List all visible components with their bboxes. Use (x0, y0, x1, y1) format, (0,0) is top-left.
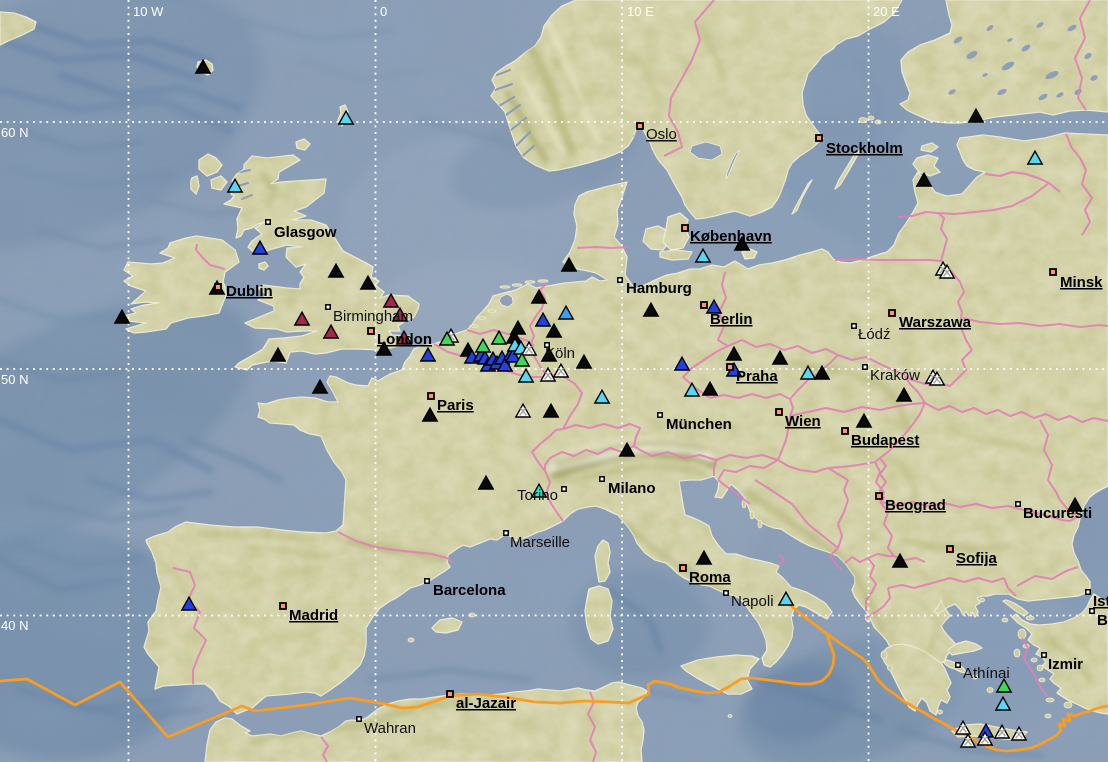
svg-text:Kraków: Kraków (870, 367, 920, 384)
svg-text:Istanbul: Istanbul (1093, 593, 1108, 610)
svg-text:Warszawa: Warszawa (899, 314, 972, 331)
svg-text:Łódź: Łódź (858, 326, 891, 343)
svg-text:Dublin: Dublin (226, 283, 273, 300)
svg-text:Wahran: Wahran (364, 720, 416, 737)
svg-text:Izmir: Izmir (1048, 656, 1083, 673)
svg-text:London: London (377, 331, 432, 348)
svg-text:al-Jazair: al-Jazair (456, 695, 516, 712)
svg-text:40 N: 40 N (1, 618, 28, 633)
svg-text:Berlin: Berlin (710, 311, 753, 328)
svg-text:München: München (666, 416, 732, 433)
svg-text:Beograd: Beograd (885, 497, 946, 514)
svg-text:Roma: Roma (689, 569, 731, 586)
svg-text:Glasgow: Glasgow (274, 224, 337, 241)
svg-text:0: 0 (380, 4, 387, 19)
svg-text:Hamburg: Hamburg (626, 280, 692, 297)
svg-text:Bucuresti: Bucuresti (1023, 505, 1092, 522)
svg-text:Torino: Torino (517, 487, 558, 504)
svg-text:Stockholm: Stockholm (826, 140, 903, 157)
svg-text:Milano: Milano (608, 480, 656, 497)
svg-text:Köln: Köln (545, 345, 575, 362)
svg-text:Budapest: Budapest (851, 432, 919, 449)
svg-text:Wien: Wien (785, 413, 821, 430)
svg-text:Praha: Praha (736, 368, 778, 385)
svg-text:Athínai: Athínai (963, 665, 1010, 682)
svg-text:Sofija: Sofija (956, 550, 997, 567)
svg-text:Bursa: Bursa (1097, 612, 1108, 629)
svg-text:60 N: 60 N (1, 125, 28, 140)
svg-text:Barcelona: Barcelona (433, 582, 506, 599)
svg-text:10 E: 10 E (627, 4, 654, 19)
svg-text:Napoli: Napoli (731, 593, 774, 610)
svg-text:20 E: 20 E (873, 4, 900, 19)
svg-text:Oslo: Oslo (646, 126, 677, 143)
svg-text:Paris: Paris (437, 397, 474, 414)
svg-text:Madrid: Madrid (289, 607, 338, 624)
svg-text:Marseille: Marseille (510, 534, 570, 551)
svg-text:Minsk: Minsk (1060, 274, 1103, 291)
svg-text:København: København (690, 228, 772, 245)
svg-text:10 W: 10 W (133, 4, 164, 19)
svg-text:Birmingham: Birmingham (333, 308, 413, 325)
svg-text:50 N: 50 N (1, 372, 28, 387)
